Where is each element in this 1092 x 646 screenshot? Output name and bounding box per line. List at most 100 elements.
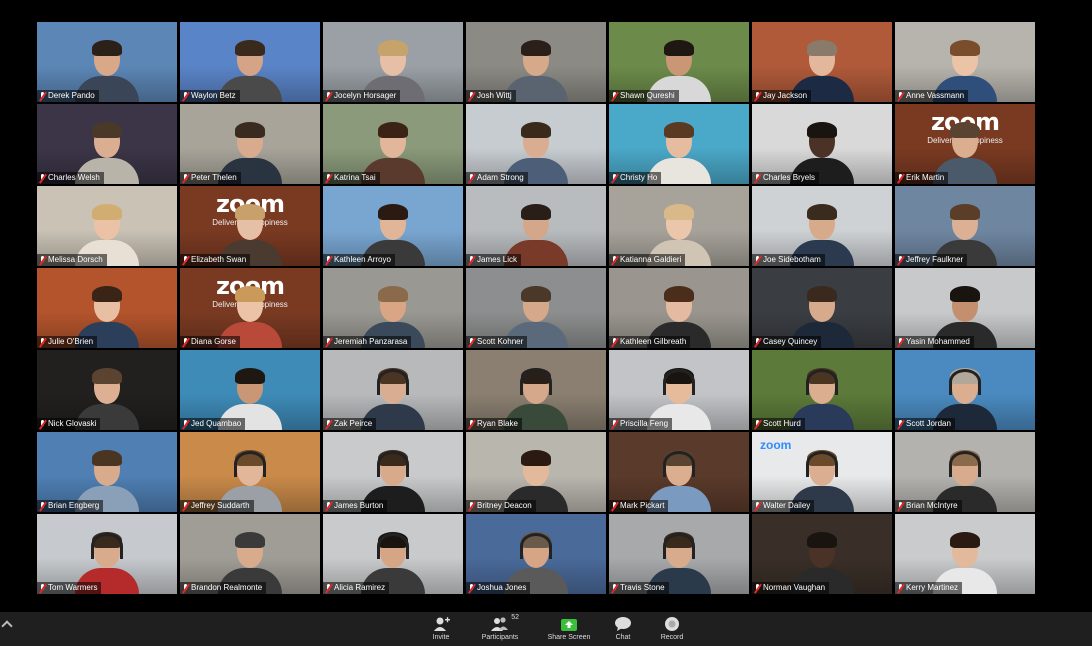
- participant-tile[interactable]: Shawn Qureshi: [609, 22, 749, 102]
- headset-icon: [949, 451, 981, 477]
- mic-muted-icon: [39, 337, 46, 347]
- participant-name: Brian McIntyre: [906, 501, 958, 510]
- participant-name: Tom Warmers: [48, 583, 98, 592]
- participant-tile[interactable]: Charles Welsh: [37, 104, 177, 184]
- participant-name: Jocelyn Horsager: [334, 91, 397, 100]
- participant-name: Adam Strong: [477, 173, 524, 182]
- participant-tile[interactable]: Scott Jordan: [895, 350, 1035, 430]
- participant-namebar: James Lick: [466, 254, 522, 266]
- participant-name: Kerry Martinez: [906, 583, 959, 592]
- participant-tile[interactable]: Kathleen Gilbreath: [609, 268, 749, 348]
- invite-button[interactable]: Invite: [413, 616, 469, 644]
- participant-tile[interactable]: Norman Vaughan: [752, 514, 892, 594]
- chat-button[interactable]: Chat: [595, 616, 651, 644]
- participant-tile[interactable]: Ryan Blake: [466, 350, 606, 430]
- headset-icon: [520, 369, 552, 395]
- participant-tile[interactable]: Nick Glovaski: [37, 350, 177, 430]
- participant-tile[interactable]: Joshua Jones: [466, 514, 606, 594]
- participant-tile[interactable]: Josh Wittj: [466, 22, 606, 102]
- mic-muted-icon: [754, 91, 761, 101]
- participant-tile[interactable]: Zak Peirce: [323, 350, 463, 430]
- participant-tile[interactable]: Brian Engberg: [37, 432, 177, 512]
- participant-tile[interactable]: Jocelyn Horsager: [323, 22, 463, 102]
- participant-tile[interactable]: Joe Sidebotham: [752, 186, 892, 266]
- mic-muted-icon: [39, 173, 46, 183]
- participant-tile[interactable]: Katrina Tsai: [323, 104, 463, 184]
- participant-tile[interactable]: Jed Quambao: [180, 350, 320, 430]
- participant-namebar: Ryan Blake: [466, 418, 522, 430]
- participant-namebar: Priscilla Feng: [609, 418, 673, 430]
- participant-tile[interactable]: Mark Pickart: [609, 432, 749, 512]
- participant-tile[interactable]: James Lick: [466, 186, 606, 266]
- mic-muted-icon: [325, 501, 332, 511]
- headset-icon: [663, 533, 695, 559]
- participant-tile[interactable]: Scott Kohner: [466, 268, 606, 348]
- mic-muted-icon: [39, 419, 46, 429]
- mic-muted-icon: [325, 419, 332, 429]
- participant-namebar: Erik Martin: [895, 172, 949, 184]
- participant-namebar: Elizabeth Swan: [180, 254, 251, 266]
- participant-tile[interactable]: Charles Bryels: [752, 104, 892, 184]
- participant-namebar: Charles Welsh: [37, 172, 104, 184]
- participant-tile[interactable]: zoomDelivering HappinessDiana Gorse: [180, 268, 320, 348]
- participant-tile[interactable]: Kerry Martinez: [895, 514, 1035, 594]
- mic-muted-icon: [897, 419, 904, 429]
- participant-tile[interactable]: Jeffrey Faulkner: [895, 186, 1035, 266]
- participant-tile[interactable]: Julie O'Brien: [37, 268, 177, 348]
- participant-tile[interactable]: Jeffrey Suddarth: [180, 432, 320, 512]
- record-button[interactable]: Record: [644, 616, 700, 644]
- headset-icon: [949, 369, 981, 395]
- mic-muted-icon: [468, 337, 475, 347]
- mic-muted-icon: [39, 583, 46, 593]
- participant-tile[interactable]: Adam Strong: [466, 104, 606, 184]
- participant-tile[interactable]: Scott Hurd: [752, 350, 892, 430]
- participants-button[interactable]: 52 Participants: [472, 614, 528, 644]
- participant-tile[interactable]: Brian McIntyre: [895, 432, 1035, 512]
- share-screen-button[interactable]: Share Screen: [541, 616, 597, 644]
- participant-tile[interactable]: Jeremiah Panzarasa: [323, 268, 463, 348]
- participant-tile[interactable]: Katianna Galdieri: [609, 186, 749, 266]
- participant-tile[interactable]: zoomDelivering HappinessErik Martin: [895, 104, 1035, 184]
- participant-tile[interactable]: Casey Quincey: [752, 268, 892, 348]
- participant-name: Joe Sidebotham: [763, 255, 821, 264]
- share-screen-icon: [560, 616, 578, 632]
- participant-tile[interactable]: Jay Jackson: [752, 22, 892, 102]
- participant-namebar: Nick Glovaski: [37, 418, 101, 430]
- participant-tile[interactable]: Tom Warmers: [37, 514, 177, 594]
- participant-name: Katianna Galdieri: [620, 255, 682, 264]
- participant-tile[interactable]: Melissa Dorsch: [37, 186, 177, 266]
- participant-tile[interactable]: Yasin Mohammed: [895, 268, 1035, 348]
- participant-tile[interactable]: Derek Pando: [37, 22, 177, 102]
- participant-name: Mark Pickart: [620, 501, 665, 510]
- participant-tile[interactable]: Priscilla Feng: [609, 350, 749, 430]
- participant-namebar: Britney Deacon: [466, 500, 536, 512]
- participant-name: Melissa Dorsch: [48, 255, 103, 264]
- participant-name: Charles Bryels: [763, 173, 816, 182]
- participant-name: Charles Welsh: [48, 173, 100, 182]
- participant-tile[interactable]: Christy Ho: [609, 104, 749, 184]
- participant-namebar: Charles Bryels: [752, 172, 820, 184]
- participant-name: Scott Jordan: [906, 419, 951, 428]
- participant-name: Jeffrey Faulkner: [906, 255, 964, 264]
- participant-tile[interactable]: Travis Stone: [609, 514, 749, 594]
- participant-tile[interactable]: Anne Vassmann: [895, 22, 1035, 102]
- participant-tile[interactable]: Peter Thelen: [180, 104, 320, 184]
- headset-icon: [91, 533, 123, 559]
- participant-tile[interactable]: Alicia Ramirez: [323, 514, 463, 594]
- chevron-up-icon[interactable]: [1, 620, 13, 632]
- mic-muted-icon: [611, 419, 618, 429]
- participant-namebar: Derek Pando: [37, 90, 99, 102]
- mic-muted-icon: [754, 419, 761, 429]
- participant-tile[interactable]: James Burton: [323, 432, 463, 512]
- participant-tile[interactable]: Kathleen Arroyo: [323, 186, 463, 266]
- participant-tile[interactable]: Britney Deacon: [466, 432, 606, 512]
- participant-tile[interactable]: zoom Walter Dailey: [752, 432, 892, 512]
- participant-tile[interactable]: Waylon Betz: [180, 22, 320, 102]
- participant-name: Jeffrey Suddarth: [191, 501, 250, 510]
- mic-muted-icon: [468, 91, 475, 101]
- participant-namebar: Joshua Jones: [466, 582, 531, 594]
- headset-icon: [377, 369, 409, 395]
- participant-tile[interactable]: zoomDelivering HappinessElizabeth Swan: [180, 186, 320, 266]
- participant-namebar: Travis Stone: [609, 582, 669, 594]
- participant-tile[interactable]: Brandon Realmonte: [180, 514, 320, 594]
